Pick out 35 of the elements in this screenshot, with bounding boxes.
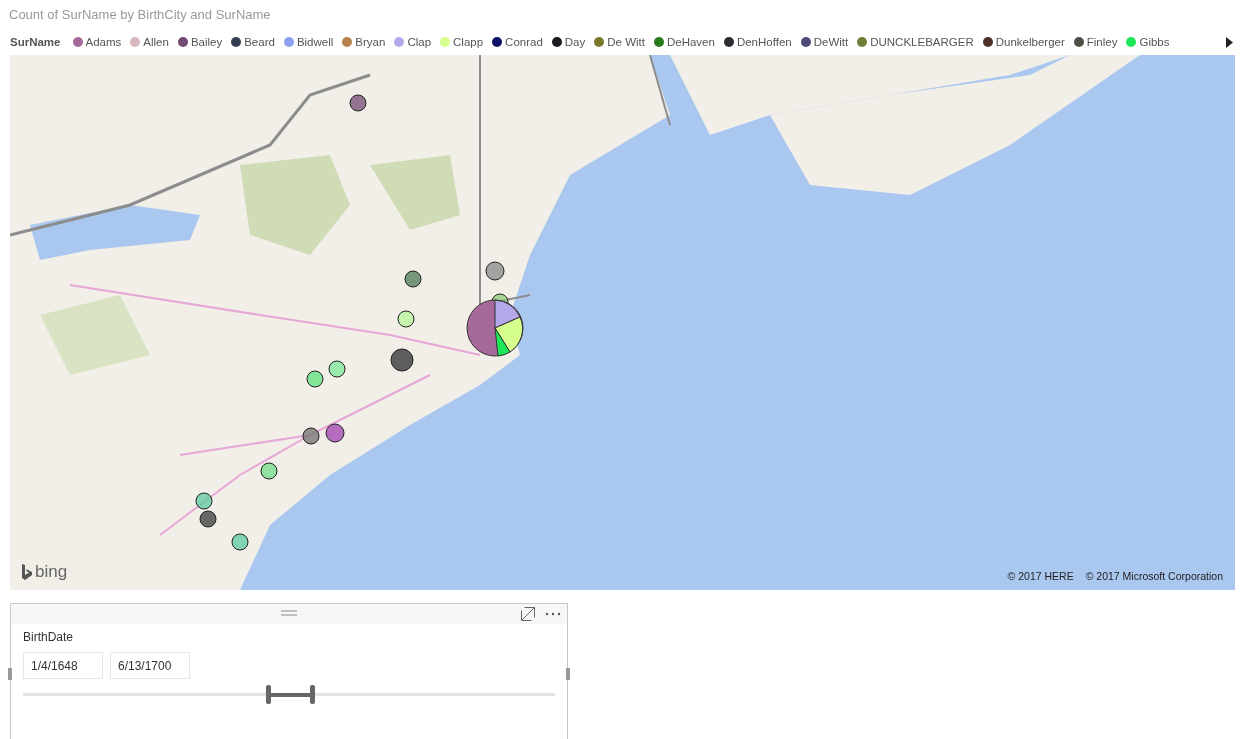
legend-label[interactable]: DeWitt — [813, 36, 849, 48]
legend-label[interactable]: Clapp — [453, 36, 484, 48]
legend-title: SurName — [10, 36, 61, 48]
map-attribution[interactable]: © 2017 HERE — [1007, 570, 1074, 582]
slicer-title: BirthDate — [23, 630, 75, 644]
legend-label[interactable]: DenHoffen — [736, 36, 792, 48]
slider-thumb[interactable] — [265, 685, 271, 704]
bing-logo-text: bing — [35, 564, 68, 580]
legend-label[interactable]: Bailey — [190, 36, 223, 48]
legend-label[interactable]: Gibbs — [1139, 36, 1170, 48]
start-date-field[interactable]: 1/4/1648 — [23, 652, 103, 679]
resize-handle[interactable] — [8, 668, 12, 680]
end-date-field[interactable]: 6/13/1700 — [110, 652, 190, 679]
legend-label[interactable]: Finley — [1086, 36, 1118, 48]
legend-label[interactable]: DeHaven — [666, 36, 715, 48]
legend-label[interactable]: Beard — [244, 36, 275, 48]
bing-logo-icon — [22, 564, 32, 580]
legend-label[interactable]: Conrad — [505, 36, 543, 48]
legend-label[interactable]: Day — [564, 36, 586, 48]
legend-label[interactable]: Allen — [143, 36, 169, 48]
map-attribution[interactable]: © 2017 Microsoft Corporation — [1085, 570, 1223, 582]
slider-thumb[interactable] — [309, 685, 315, 704]
more-options-icon[interactable] — [545, 612, 561, 616]
next-arrow-icon[interactable] — [1226, 36, 1233, 48]
legend-label[interactable]: DUNCKLEBARGER — [870, 36, 974, 48]
focus-mode-icon[interactable] — [521, 607, 535, 621]
chart-title: Count of SurName by BirthCity and SurName — [8, 6, 272, 24]
drag-grip-icon[interactable] — [281, 610, 297, 616]
legend-label[interactable]: Bryan — [355, 36, 386, 48]
resize-handle[interactable] — [566, 668, 570, 680]
legend-label[interactable]: Adams — [85, 36, 122, 48]
legend-label[interactable]: Clap — [407, 36, 432, 48]
legend-label[interactable]: Bidwell — [296, 36, 334, 48]
legend-label[interactable]: De Witt — [607, 36, 645, 48]
legend-label[interactable]: Dunkelberger — [995, 36, 1065, 48]
